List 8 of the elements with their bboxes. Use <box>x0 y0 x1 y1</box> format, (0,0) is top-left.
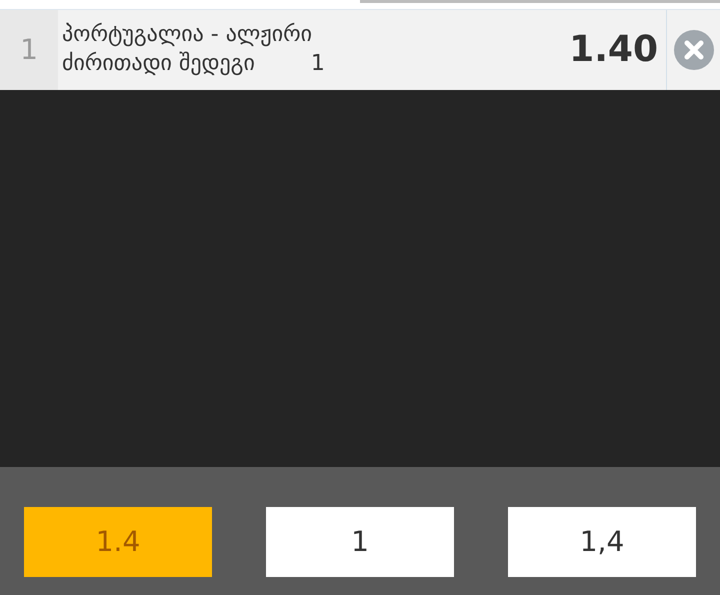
odds: 1.40 <box>569 28 659 72</box>
market-name: ძირითადი შედეგი <box>62 50 255 78</box>
odds-option-button[interactable]: 1,4 <box>508 507 696 577</box>
close-icon[interactable] <box>674 30 714 70</box>
match-name: პორტუგალია - ალჟირი <box>62 21 313 50</box>
pick: 1 <box>310 50 325 78</box>
bet-number: 1 <box>20 32 38 68</box>
odds-option-button[interactable]: 1 <box>266 507 454 577</box>
